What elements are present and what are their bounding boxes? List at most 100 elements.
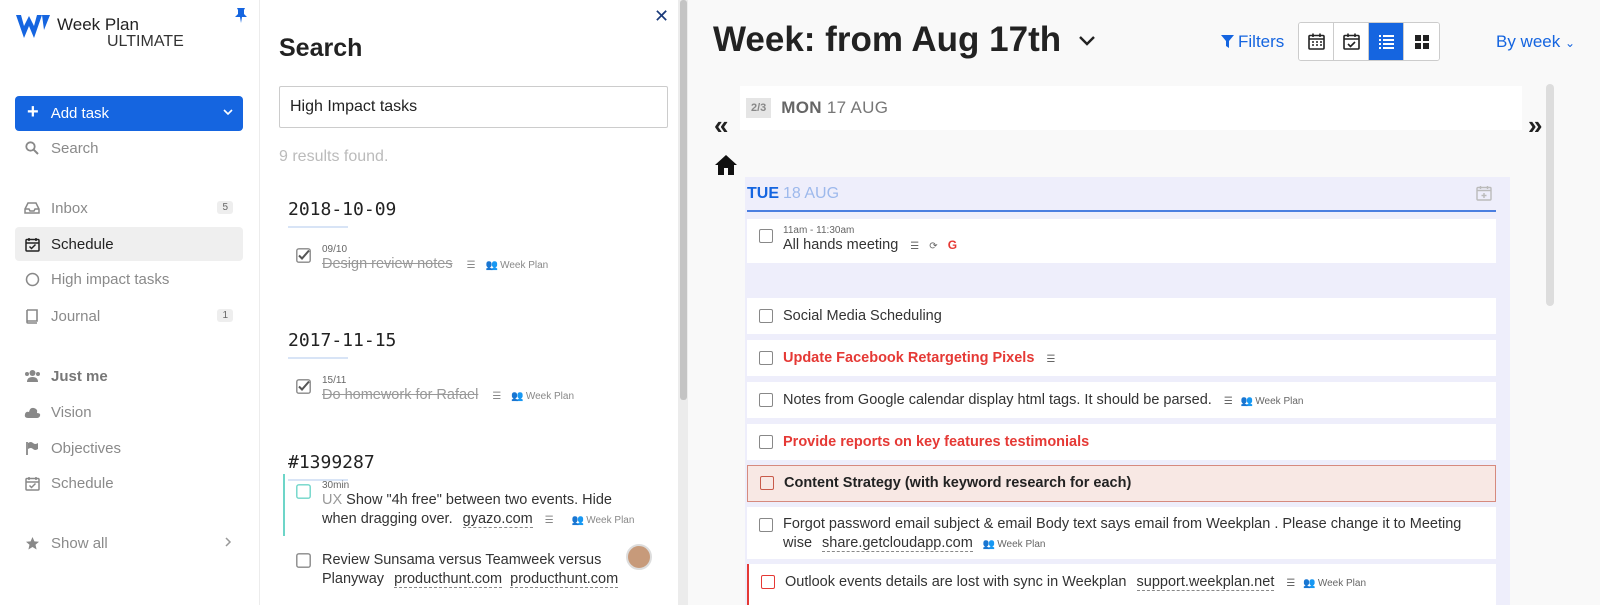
checkbox[interactable] <box>760 476 774 490</box>
chevron-down-icon[interactable] <box>223 107 233 117</box>
results-count: 9 results found. <box>279 148 389 165</box>
project-tag: Week Plan <box>500 260 549 271</box>
checkbox[interactable] <box>759 435 773 449</box>
search-title: Search <box>279 34 363 62</box>
list-icon <box>1378 35 1394 49</box>
chevron-down-icon: ⌄ <box>1564 36 1576 50</box>
by-week-dropdown[interactable]: By week ⌄ <box>1496 32 1575 52</box>
item-date: 09/10 <box>322 244 348 255</box>
task-card[interactable]: Forgot password email subject & email Bo… <box>747 507 1496 559</box>
flag-icon <box>23 439 41 457</box>
day-view-button[interactable] <box>1334 23 1369 60</box>
filters-label: Filters <box>1238 32 1285 51</box>
chevron-down-icon[interactable] <box>1078 34 1096 48</box>
page-title: Week: from Aug 17th <box>713 20 1062 59</box>
list-item[interactable]: Review Sunsama versus Teamweek versus Pl… <box>296 551 636 589</box>
checked-checkbox-icon[interactable] <box>296 248 311 263</box>
sidebar-item-label: Vision <box>51 403 92 421</box>
day-header[interactable]: TUE 18 AUG <box>745 177 1510 211</box>
sidebar-item-schedule[interactable]: Schedule <box>15 227 243 261</box>
item-link[interactable]: gyazo.com <box>462 511 533 528</box>
sidebar-item-label: Journal <box>51 307 101 325</box>
day-row-monday[interactable]: 2/3 MON 17 AUG <box>740 86 1522 130</box>
filter-icon <box>1221 35 1234 48</box>
users-icon: 👥 <box>1303 578 1316 589</box>
avatar[interactable] <box>626 544 652 570</box>
checkbox[interactable] <box>761 575 775 589</box>
item-link[interactable]: producthunt.com <box>394 571 503 588</box>
sidebar-section-just-me[interactable]: Just me <box>15 359 243 393</box>
panel-scrollbar-thumb[interactable] <box>680 0 687 400</box>
sidebar-item-search[interactable]: Search <box>15 131 243 165</box>
checkbox-icon[interactable] <box>296 553 311 568</box>
task-card[interactable]: 11am - 11:30am All hands meeting ☰ ⟳ G <box>747 219 1496 263</box>
item-date: 15/11 <box>322 375 347 386</box>
next-week-icon[interactable]: » <box>1528 110 1542 141</box>
close-icon[interactable]: ✕ <box>654 6 669 27</box>
task-title: Social Media Scheduling <box>783 308 942 324</box>
sidebar-item-objectives[interactable]: Objectives <box>15 431 243 465</box>
sidebar-item-schedule-2[interactable]: Schedule <box>15 466 243 500</box>
grid-view-button[interactable] <box>1404 23 1439 60</box>
list-item[interactable]: 30min UX Show "4h free" between two event… <box>296 480 636 530</box>
users-icon: 👥 <box>1240 396 1254 407</box>
item-link[interactable]: producthunt.com <box>510 571 619 588</box>
app-edition: ULTIMATE <box>107 33 184 50</box>
add-to-calendar-icon[interactable] <box>1476 185 1492 201</box>
project-tag: Week Plan <box>997 539 1046 550</box>
checkbox[interactable] <box>759 393 773 407</box>
checkbox-icon[interactable] <box>296 484 311 499</box>
pin-icon[interactable] <box>234 7 248 23</box>
list-item[interactable]: 09/10 Design review notes ☰ 👥 Week Plan <box>296 244 636 275</box>
task-card[interactable]: Provide reports on key features testimon… <box>747 424 1496 460</box>
checkbox[interactable] <box>759 309 773 323</box>
task-card[interactable]: Update Facebook Retargeting Pixels ☰ <box>747 340 1496 376</box>
task-card[interactable]: Outlook events details are lost with syn… <box>747 564 1496 605</box>
item-text: Do homework for Rafael <box>322 387 479 403</box>
notes-icon: ☰ <box>492 391 502 402</box>
sidebar-item-show-all[interactable]: Show all <box>15 526 243 560</box>
list-view-button[interactable] <box>1369 23 1404 60</box>
task-title: Outlook events details are lost with syn… <box>785 574 1127 590</box>
cloud-icon <box>23 403 41 421</box>
users-icon: 👥 <box>982 539 996 550</box>
day-divider <box>747 210 1496 212</box>
task-card[interactable]: Notes from Google calendar display html … <box>747 382 1496 418</box>
project-tag: Week Plan <box>1255 396 1304 407</box>
notes-icon: ☰ <box>466 260 476 271</box>
sidebar-item-journal[interactable]: Journal 1 <box>15 299 243 333</box>
notes-icon: ☰ <box>1046 354 1056 365</box>
star-icon <box>23 534 41 552</box>
sidebar-item-high-impact-tasks[interactable]: High impact tasks <box>15 262 243 296</box>
task-card[interactable]: Social Media Scheduling <box>747 298 1496 334</box>
priority-bar <box>283 474 285 536</box>
prev-week-icon[interactable]: « <box>714 110 728 141</box>
sidebar-item-label: Schedule <box>51 474 114 492</box>
sync-icon: ⟳ <box>929 241 938 252</box>
checkbox[interactable] <box>759 229 773 243</box>
month-view-button[interactable] <box>1299 23 1334 60</box>
list-item[interactable]: 15/11 Do homework for Rafael ☰ 👥 Week Pla… <box>296 375 636 406</box>
grid-icon <box>1414 34 1429 49</box>
home-icon[interactable] <box>714 154 738 176</box>
notes-icon: ☰ <box>910 241 920 252</box>
calendar-scrollbar-thumb[interactable] <box>1546 84 1554 306</box>
sidebar-item-inbox[interactable]: Inbox 5 <box>15 191 243 225</box>
sidebar-item-vision[interactable]: Vision <box>15 395 243 429</box>
checkbox[interactable] <box>759 351 773 365</box>
task-title: Content Strategy (with keyword research … <box>784 475 1132 491</box>
item-text: Review Sunsama versus Teamweek versus <box>322 552 602 568</box>
item-text: Planyway <box>322 571 385 587</box>
view-switcher <box>1298 22 1440 61</box>
add-task-button[interactable]: + Add task <box>15 96 243 131</box>
task-link[interactable]: share.getcloudapp.com <box>822 535 973 552</box>
checked-checkbox-icon[interactable] <box>296 379 311 394</box>
task-link[interactable]: support.weekplan.net <box>1136 574 1275 591</box>
search-input[interactable] <box>279 86 668 128</box>
filters-button[interactable]: Filters <box>1221 32 1284 52</box>
users-icon: 👥 <box>485 260 499 271</box>
task-card-highlighted[interactable]: Content Strategy (with keyword research … <box>747 465 1496 502</box>
sidebar-item-label: Inbox <box>51 199 88 217</box>
notes-icon: ☰ <box>544 515 554 526</box>
checkbox[interactable] <box>759 518 773 532</box>
